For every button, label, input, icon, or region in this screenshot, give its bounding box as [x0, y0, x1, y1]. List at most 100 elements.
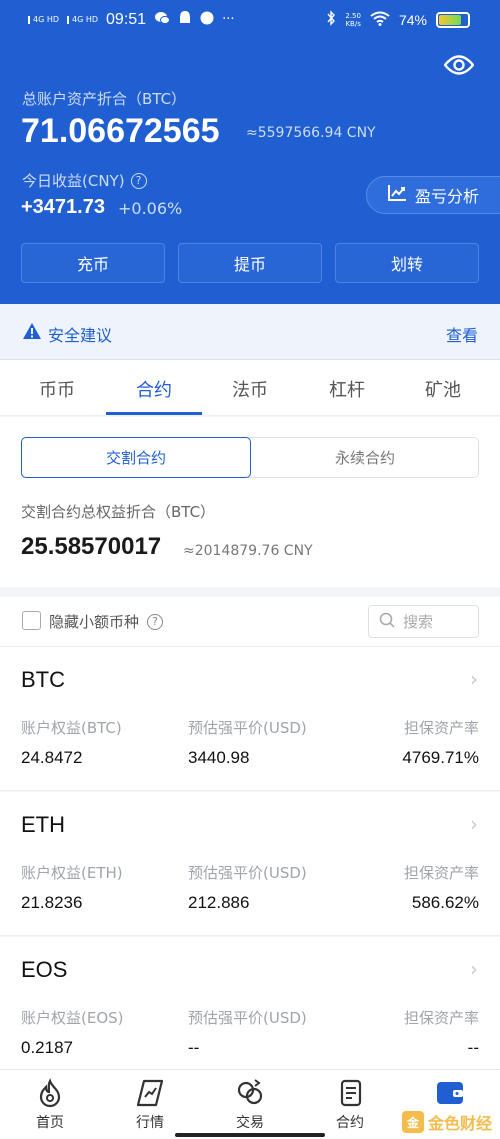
equity-value: 24.8472 — [21, 748, 83, 767]
contract-equity-label: 交割合约总权益折合（BTC） — [21, 503, 216, 521]
tab-spot[interactable]: 币币 — [7, 376, 107, 402]
margin-ratio-value: 586.62% — [411, 893, 479, 912]
tab-fiat[interactable]: 法币 — [200, 376, 300, 402]
wifi-icon — [370, 11, 390, 29]
margin-ratio-value: 4769.71% — [402, 748, 479, 767]
help-icon[interactable]: ? — [147, 613, 164, 630]
nav-market[interactable]: 行情 — [100, 1078, 200, 1132]
futures-delivery-option[interactable]: 交割合约 — [21, 437, 251, 478]
transfer-button[interactable]: 划转 — [335, 243, 479, 283]
total-assets-value: 71.06672565 — [21, 112, 220, 150]
equity-label: 账户权益(ETH) — [21, 864, 123, 882]
today-income-label-text: 今日收益(CNY) — [22, 172, 125, 190]
equity-value: 21.8236 — [21, 893, 83, 912]
chevron-right-icon: › — [470, 667, 478, 691]
bluetooth-icon — [326, 10, 336, 29]
nav-contract-label: 合约 — [336, 1115, 364, 1131]
trade-icon — [235, 1078, 265, 1108]
margin-ratio-label: 担保资产率 — [403, 1009, 479, 1027]
liq-price-value: 212.886 — [188, 893, 250, 912]
watermark-badge-icon: 金 — [401, 1111, 424, 1133]
tab-underline — [106, 412, 202, 415]
hide-small-label: 隐藏小额币种 ? — [49, 611, 164, 632]
chevron-right-icon: › — [470, 812, 478, 836]
security-banner[interactable]: 安全建议 查看 — [0, 304, 500, 360]
chevron-right-icon: › — [470, 957, 478, 981]
perpetual-option[interactable]: 永续合约 — [251, 438, 479, 477]
coin-symbol: ETH — [21, 812, 65, 837]
contract-type-toggle: 交割合约 永续合约 — [21, 437, 479, 478]
coin-symbol: BTC — [21, 667, 65, 692]
tab-contract[interactable]: 合约 — [104, 376, 204, 402]
withdraw-button[interactable]: 提币 — [178, 243, 322, 283]
nav-contract[interactable]: 合约 — [300, 1078, 400, 1132]
search-icon — [379, 612, 395, 632]
coin-card-eth[interactable]: ETH › 账户权益(ETH) 预估强平价(USD) 担保资产率 21.8236… — [0, 792, 500, 936]
coin-card-eos[interactable]: EOS › 账户权益(EOS) 预估强平价(USD) 担保资产率 0.2187 … — [0, 937, 500, 1081]
margin-ratio-label: 担保资产率 — [403, 864, 479, 882]
equity-label: 账户权益(EOS) — [21, 1009, 124, 1027]
market-icon — [135, 1078, 165, 1108]
contract-equity-value: 25.58570017 — [21, 533, 162, 560]
search-input[interactable]: 搜索 — [368, 605, 479, 638]
battery-icon — [436, 11, 470, 28]
pl-analysis-label: 盈亏分析 — [415, 187, 480, 206]
app-icon — [200, 11, 214, 28]
asset-header: 总账户资产折合（BTC） 71.06672565 ≈5597566.94 CNY… — [0, 38, 500, 304]
deposit-button[interactable]: 充币 — [21, 243, 165, 283]
home-indicator — [175, 1133, 325, 1137]
signal-icon: 4G HD — [67, 15, 98, 24]
margin-ratio-value: -- — [467, 1038, 479, 1057]
security-view-link[interactable]: 查看 — [446, 322, 478, 346]
liq-price-label: 预估强平价(USD) — [188, 1009, 307, 1027]
nav-market-label: 行情 — [136, 1115, 164, 1131]
nav-trade[interactable]: 交易 — [200, 1078, 300, 1132]
warning-icon — [22, 322, 42, 340]
more-icon: ··· — [222, 12, 235, 27]
help-icon[interactable]: ? — [130, 172, 147, 189]
notification-icon — [178, 10, 192, 29]
status-bar: 4G HD 4G HD 09:51 ··· 2.50 KB/s 74% — [0, 0, 500, 38]
coin-card-btc[interactable]: BTC › 账户权益(BTC) 预估强平价(USD) 担保资产率 24.8472… — [0, 647, 500, 791]
net-speed-value: 2.50 — [345, 11, 361, 20]
contract-equity-cny: ≈2014879.76 CNY — [183, 543, 313, 559]
nav-assets[interactable] — [400, 1078, 500, 1112]
total-assets-label: 总账户资产折合（BTC） — [22, 90, 187, 108]
tab-margin[interactable]: 杠杆 — [297, 376, 397, 402]
flame-icon — [35, 1078, 65, 1108]
document-icon — [335, 1078, 365, 1108]
today-income-label: 今日收益(CNY) ? — [22, 170, 147, 191]
equity-value: 0.2187 — [21, 1038, 73, 1057]
liq-price-value: -- — [188, 1038, 200, 1057]
clock: 09:51 — [106, 10, 147, 28]
chat-icon — [154, 11, 171, 28]
chart-icon — [387, 184, 407, 206]
nav-home-label: 首页 — [36, 1115, 64, 1131]
hide-small-text: 隐藏小额币种 — [49, 613, 140, 631]
liq-price-label: 预估强平价(USD) — [188, 719, 307, 737]
search-placeholder: 搜索 — [403, 613, 434, 631]
security-banner-title: 安全建议 — [48, 326, 113, 345]
tab-pool[interactable]: 矿池 — [393, 376, 493, 402]
liq-price-value: 3440.98 — [188, 748, 250, 767]
eye-icon[interactable] — [443, 54, 475, 76]
filter-row: 隐藏小额币种 ? 搜索 — [0, 597, 500, 647]
margin-ratio-label: 担保资产率 — [403, 719, 479, 737]
equity-label: 账户权益(BTC) — [21, 719, 122, 737]
signal-icon: 4G HD — [28, 15, 59, 24]
liq-price-label: 预估强平价(USD) — [188, 864, 307, 882]
nav-home[interactable]: 首页 — [0, 1078, 100, 1132]
today-income-percent: +0.06% — [118, 199, 183, 218]
net-speed: 2.50 KB/s — [345, 12, 361, 28]
watermark-logo: 金 金色财经 — [401, 1110, 492, 1134]
watermark-text: 金色财经 — [427, 1114, 492, 1133]
contract-summary: 交割合约 永续合约 交割合约总权益折合（BTC） 25.58570017 ≈20… — [0, 417, 500, 587]
pl-analysis-button[interactable]: 盈亏分析 — [366, 176, 500, 214]
net-speed-unit: KB/s — [345, 19, 361, 28]
account-tabs: 币币 合约 法币 杠杆 矿池 — [0, 360, 500, 416]
wallet-icon — [435, 1078, 465, 1108]
nav-trade-label: 交易 — [236, 1115, 264, 1131]
total-assets-cny: ≈5597566.94 CNY — [246, 125, 376, 141]
hide-small-checkbox[interactable] — [22, 611, 41, 630]
battery-percent: 74% — [398, 11, 427, 28]
